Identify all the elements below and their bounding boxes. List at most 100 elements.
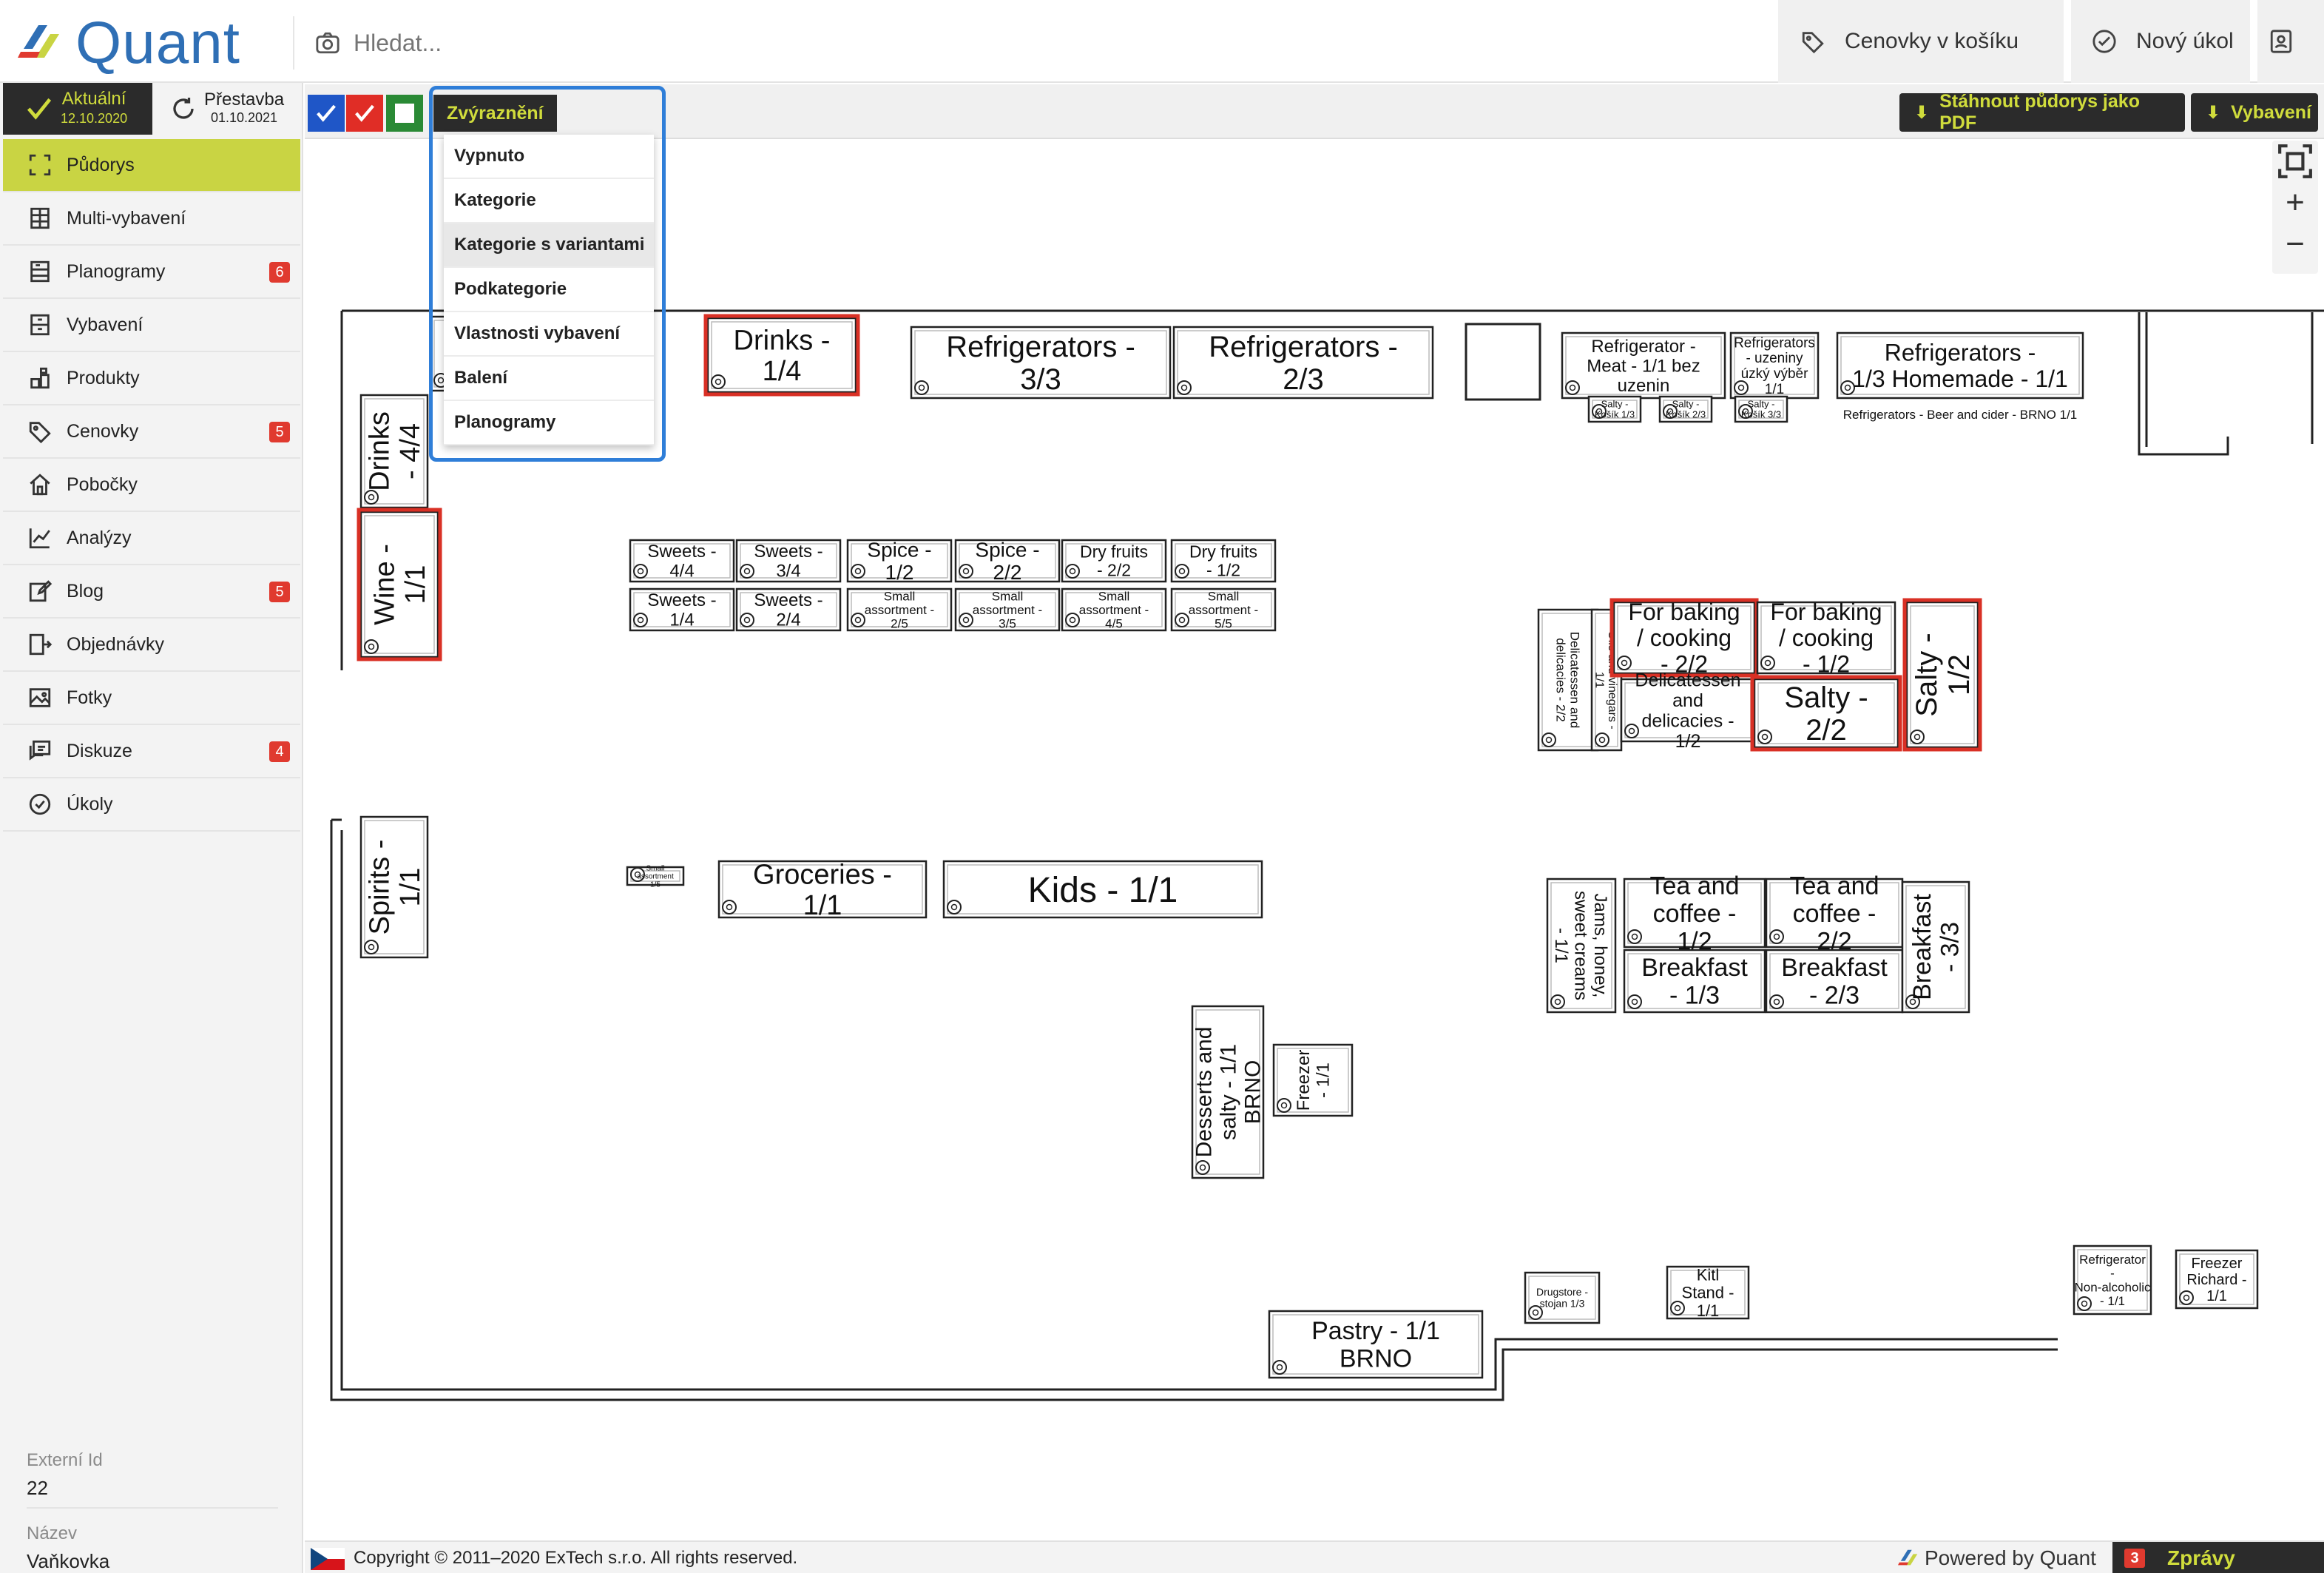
fixture-camera-icon[interactable] xyxy=(1757,730,1772,744)
fixture-camera-icon[interactable] xyxy=(364,490,379,505)
cart-tags-button[interactable]: Cenovky v košíku xyxy=(1778,0,2064,83)
fixture-camera-icon[interactable] xyxy=(1550,994,1565,1009)
fixture-wine-1-1[interactable]: Wine -1/1 xyxy=(357,508,442,661)
fixture-freezer-richard[interactable]: Freezer Richard -1/1 xyxy=(2175,1249,2259,1310)
fixture-camera-icon[interactable] xyxy=(1627,929,1642,944)
fixture-fridge-narrow[interactable]: Refrigerators - uzeniny úzký výběr 1/1 xyxy=(1729,331,1820,400)
fixture-camera-icon[interactable] xyxy=(1175,613,1189,627)
fixture-camera-icon[interactable] xyxy=(1670,1301,1685,1316)
fixture-camera-icon[interactable] xyxy=(633,564,648,579)
sidebar-item-12[interactable]: Úkoly xyxy=(3,778,300,832)
dropdown-option-1[interactable]: Kategorie xyxy=(444,179,654,223)
fixture-salty-1-2[interactable]: Salty -1/2 xyxy=(1902,598,1982,752)
fixture-camera-icon[interactable] xyxy=(1595,732,1609,747)
fixture-camera-icon[interactable] xyxy=(1065,613,1080,627)
sidebar-item-1[interactable]: Multi-vybavení xyxy=(3,192,300,246)
dropdown-option-4[interactable]: Vlastnosti vybavení xyxy=(444,312,654,357)
search-input[interactable] xyxy=(354,29,945,57)
fixture-breakfast-3-3[interactable]: Breakfast- 3/3 xyxy=(1901,880,1970,1014)
fixture-camera-icon[interactable] xyxy=(851,564,865,579)
fixture-freezer-1-1[interactable]: Freezer- 1/1 xyxy=(1272,1043,1354,1117)
fit-screen-button[interactable] xyxy=(2272,141,2318,182)
fixture-dry-fruits-1-2[interactable]: Dry fruits - 1/2 xyxy=(1170,539,1277,583)
fixture-camera-icon[interactable] xyxy=(633,613,648,627)
fixture-pastry-1-1[interactable]: Pastry - 1/1 BRNO xyxy=(1268,1310,1484,1379)
fixture-dry-fruits-2-2[interactable]: Dry fruits - 2/2 xyxy=(1061,539,1167,583)
fixture-camera-icon[interactable] xyxy=(914,380,929,395)
fixture-tea-2-2[interactable]: Tea and coffee -2/2 xyxy=(1765,872,1904,956)
zoom-in-button[interactable]: + xyxy=(2272,182,2318,223)
fixture-camera-icon[interactable] xyxy=(364,639,379,654)
fixture-camera-icon[interactable] xyxy=(959,564,973,579)
camera-icon[interactable] xyxy=(315,30,340,55)
fixture-camera-icon[interactable] xyxy=(1541,732,1556,747)
version-rebuild-button[interactable]: Přestavba 01.10.2021 xyxy=(152,83,300,135)
czech-flag-icon[interactable] xyxy=(311,1548,345,1570)
fixture-salty-kosik-3[interactable]: Salty -Košík 3/3 xyxy=(1734,395,1788,423)
fixture-salty-kosik-2[interactable]: Salty -Košík 2/3 xyxy=(1658,395,1713,423)
fixture-fridge-2-3[interactable]: Refrigerators -2/3 xyxy=(1172,326,1434,400)
fixture-camera-icon[interactable] xyxy=(1760,656,1775,670)
fixture-camera-icon[interactable] xyxy=(1624,724,1639,738)
fixture-camera-icon[interactable] xyxy=(1175,564,1189,579)
fixture-camera-icon[interactable] xyxy=(1910,730,1925,744)
dropdown-option-3[interactable]: Podkategorie xyxy=(444,268,654,312)
fixture-breakfast-1-3[interactable]: Breakfast - 1/3 xyxy=(1623,949,1766,1014)
color-green-toggle[interactable] xyxy=(386,95,423,132)
fixture-camera-icon[interactable] xyxy=(959,613,973,627)
dropdown-option-0[interactable]: Vypnuto xyxy=(444,135,654,179)
fixture-kitl-stand[interactable]: Kitl Stand -1/1 xyxy=(1666,1266,1750,1320)
fixture-breakfast-2-3[interactable]: Breakfast - 2/3 xyxy=(1765,949,1904,1014)
fixture-sweets-2-4[interactable]: Sweets -2/4 xyxy=(735,587,842,632)
user-profile-button[interactable] xyxy=(2257,0,2324,83)
fixture-camera-icon[interactable] xyxy=(1065,564,1080,579)
fixture-drinks-1-4[interactable]: Drinks -1/4 xyxy=(703,314,860,397)
fixture-fridge-3-3[interactable]: Refrigerators -3/3 xyxy=(910,326,1172,400)
fixture-deli-2-2[interactable]: Delicatessen anddelicacies - 2/2 xyxy=(1537,608,1599,752)
fixture-fridge-1-3[interactable]: Refrigerators -1/3 Homemade - 1/1 xyxy=(1836,331,2084,400)
fixture-baking-1-2[interactable]: For baking / cooking - 1/2 xyxy=(1756,599,1896,677)
sidebar-item-4[interactable]: Produkty xyxy=(3,352,300,405)
sidebar-item-2[interactable]: Planogramy 6 xyxy=(3,246,300,299)
messages-button[interactable]: 3 Zprávy xyxy=(2112,1542,2324,1573)
fixture-spice-2-2[interactable]: Spice -2/2 xyxy=(954,538,1061,584)
sidebar-item-7[interactable]: Analýzy xyxy=(3,512,300,565)
fixture-camera-icon[interactable] xyxy=(2179,1290,2194,1305)
fixture-camera-icon[interactable] xyxy=(364,940,379,954)
fixture-small-2-5[interactable]: Small assortment -2/5 xyxy=(846,587,953,632)
fixture-camera-icon[interactable] xyxy=(1272,1360,1287,1375)
dropdown-option-2[interactable]: Kategorie s variantami xyxy=(444,223,654,268)
powered-by[interactable]: Powered by Quant xyxy=(1898,1546,2096,1570)
fixture-camera-icon[interactable] xyxy=(1734,380,1749,395)
fixture-spirits-1-1[interactable]: Spirits -1/1 xyxy=(359,815,429,959)
fixture-small-1-5[interactable]: Small assortment 1/5 xyxy=(626,865,685,889)
fixture-camera-icon[interactable] xyxy=(740,564,754,579)
fixture-sweets-3-4[interactable]: Sweets -3/4 xyxy=(735,539,842,583)
fixture-camera-icon[interactable] xyxy=(851,613,865,627)
fixture-spice-1-2[interactable]: Spice -1/2 xyxy=(846,538,953,584)
download-pdf-button[interactable]: ⬇ Stáhnout půdorys jako PDF xyxy=(1899,91,2185,133)
fixture-camera-icon[interactable] xyxy=(740,613,754,627)
fixture-fridge-meat[interactable]: Refrigerator -Meat - 1/1 bez uzenin xyxy=(1561,331,1726,400)
fixture-small-4-5[interactable]: Small assortment -4/5 xyxy=(1061,587,1167,632)
download-equipment-button[interactable]: ⬇ Vybavení xyxy=(2191,93,2318,132)
sidebar-item-10[interactable]: Fotky xyxy=(3,672,300,725)
fixture-drugstore[interactable]: Drugstore -stojan 1/3 xyxy=(1524,1271,1601,1324)
fixture-camera-icon[interactable] xyxy=(947,900,962,915)
fixture-salty-2-2[interactable]: Salty -2/2 xyxy=(1750,675,1902,752)
fixture-groceries-1-1[interactable]: Groceries -1/1 xyxy=(717,859,928,921)
fixture-kids-1-1[interactable]: Kids - 1/1 xyxy=(942,860,1263,919)
fixture-desserts-1-1[interactable]: Desserts andsalty - 1/1BRNO xyxy=(1191,1005,1266,1179)
fixture-baking-2-2[interactable]: For baking / cooking - 2/2 xyxy=(1609,598,1759,678)
fixture-sweets-1-4[interactable]: Sweets -1/4 xyxy=(629,587,735,632)
sidebar-item-9[interactable]: Objednávky xyxy=(3,619,300,672)
fixture-camera-icon[interactable] xyxy=(2077,1296,2092,1311)
fixture-sweets-4-4[interactable]: Sweets -4/4 xyxy=(629,539,735,583)
fixture-camera-icon[interactable] xyxy=(1565,380,1580,395)
new-task-button[interactable]: Nový úkol xyxy=(2071,0,2250,83)
fixture-fridge-nonalc[interactable]: Refrigerator -Non-alcoholic - 1/1 xyxy=(2073,1244,2152,1316)
sidebar-item-3[interactable]: Vybavení xyxy=(3,299,300,352)
fixture-camera-icon[interactable] xyxy=(1769,929,1784,944)
sidebar-item-11[interactable]: Diskuze 4 xyxy=(3,725,300,778)
zoom-out-button[interactable]: − xyxy=(2272,223,2318,265)
